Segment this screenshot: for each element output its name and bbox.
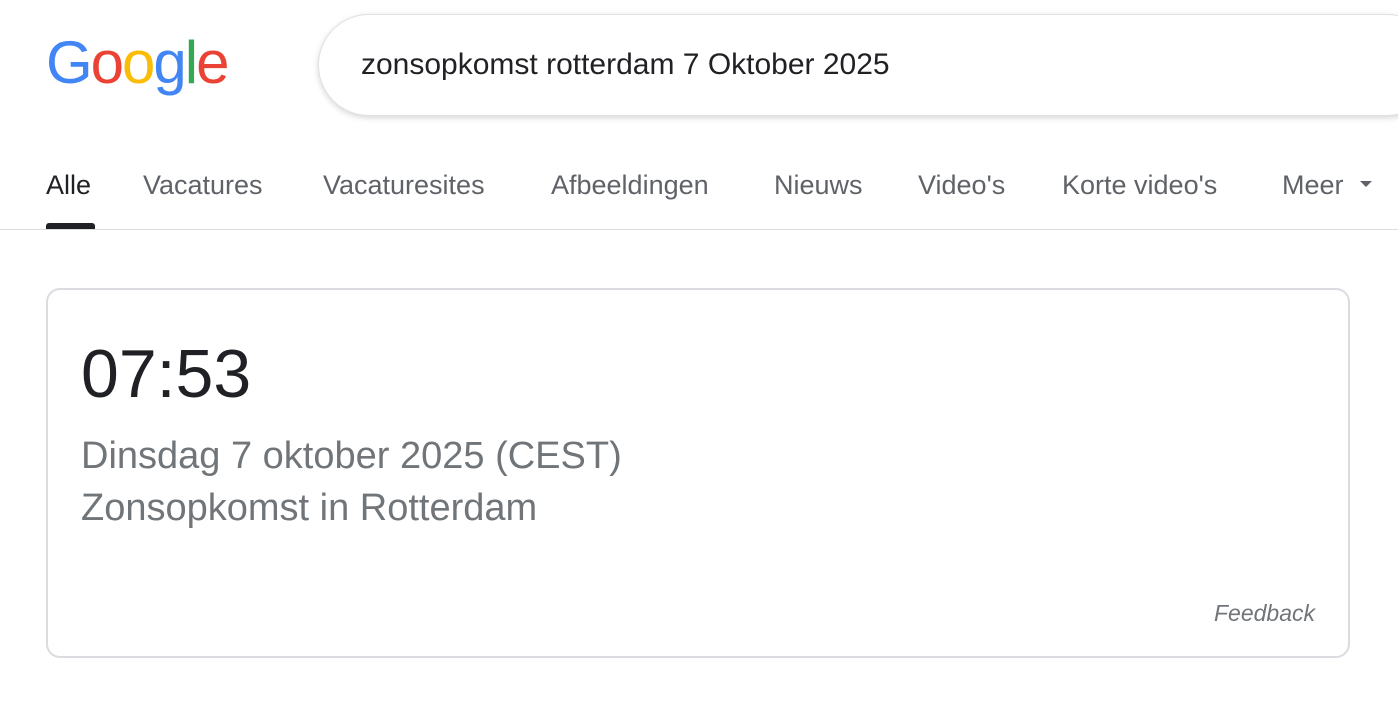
search-tabs: Alle Vacatures Vacaturesites Afbeeldinge… xyxy=(0,150,1398,230)
google-logo[interactable]: G o o g l e xyxy=(46,28,230,98)
feedback-link[interactable]: Feedback xyxy=(1214,600,1315,627)
sunrise-time: 07:53 xyxy=(81,336,252,412)
tab-vacatures[interactable]: Vacatures xyxy=(143,170,263,201)
tab-alle[interactable]: Alle xyxy=(46,170,91,201)
tab-meer[interactable]: Meer xyxy=(1282,170,1372,201)
search-query[interactable]: zonsopkomst rotterdam 7 Oktober 2025 xyxy=(361,48,890,82)
tab-videos[interactable]: Video's xyxy=(918,170,1005,201)
tab-korte-videos[interactable]: Korte video's xyxy=(1062,170,1217,201)
logo-letter-g: G xyxy=(46,29,93,96)
logo-letter-o2: o xyxy=(122,29,155,96)
sunrise-date: Dinsdag 7 oktober 2025 (CEST) xyxy=(81,435,622,477)
logo-letter-e: e xyxy=(196,29,229,96)
logo-letter-l: l xyxy=(184,29,198,96)
search-input[interactable]: zonsopkomst rotterdam 7 Oktober 2025 xyxy=(318,14,1398,116)
active-tab-indicator xyxy=(46,223,95,229)
sunrise-answer-card: 07:53 Dinsdag 7 oktober 2025 (CEST) Zons… xyxy=(46,288,1350,658)
sunrise-label: Zonsopkomst in Rotterdam xyxy=(81,487,538,529)
caret-down-icon xyxy=(1359,180,1372,187)
tab-nieuws[interactable]: Nieuws xyxy=(774,170,863,201)
logo-letter-g2: g xyxy=(153,29,186,96)
logo-letter-o1: o xyxy=(90,29,124,96)
tab-meer-label: Meer xyxy=(1282,170,1344,200)
tab-afbeeldingen[interactable]: Afbeeldingen xyxy=(551,170,709,201)
tab-vacaturesites[interactable]: Vacaturesites xyxy=(323,170,485,201)
